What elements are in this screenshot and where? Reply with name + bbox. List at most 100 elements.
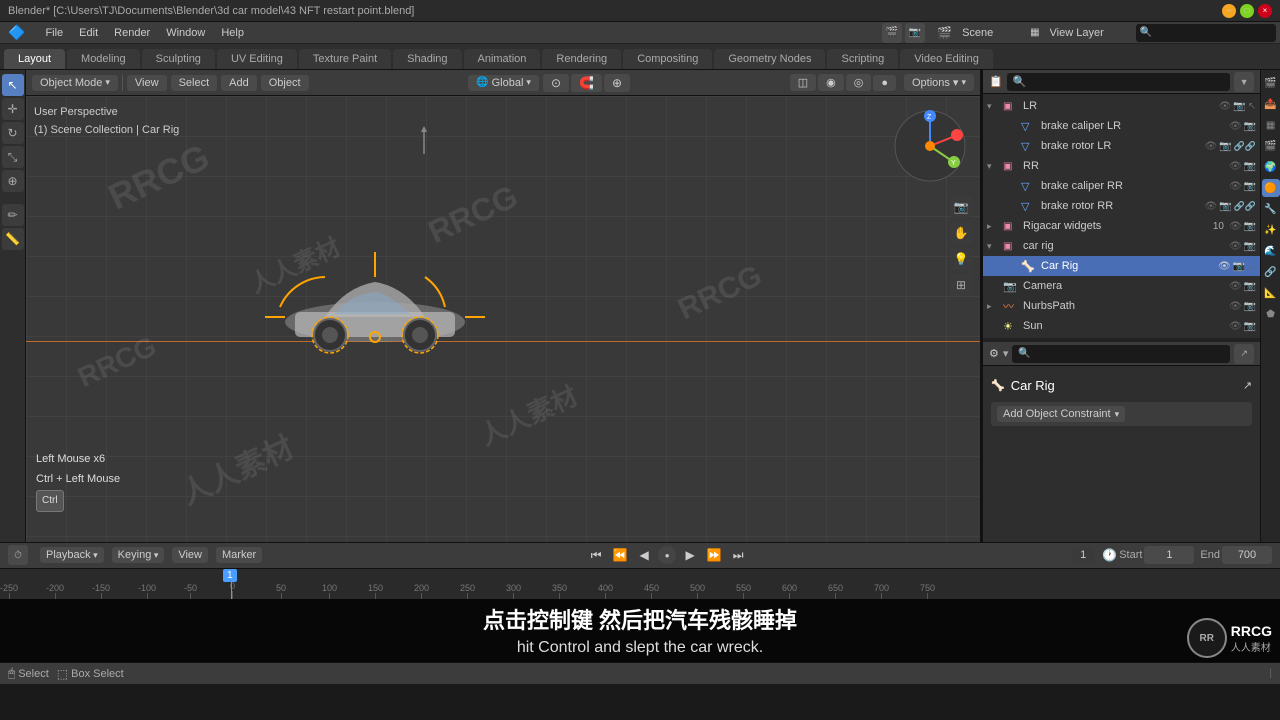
- cursor-gizmo[interactable]: ✋: [950, 222, 972, 244]
- outliner-item-brake-caliper-rr[interactable]: ▽ brake caliper RR 👁 📷: [983, 176, 1260, 196]
- vis-camera[interactable]: 👁: [1229, 281, 1242, 292]
- navigation-widget[interactable]: Z Y: [890, 106, 970, 186]
- jump-start-btn[interactable]: ⏮: [586, 545, 606, 565]
- outliner-search[interactable]: [1007, 73, 1230, 91]
- scrubber[interactable]: -250 -200 -150 -100 -50 0: [0, 569, 1280, 599]
- move-tool[interactable]: ✛: [2, 98, 24, 120]
- outliner-item-car-rig[interactable]: 🦴 Car Rig 👁 📷 ↔: [983, 256, 1260, 276]
- render-rr[interactable]: 📷: [1244, 161, 1256, 172]
- props-tab-physics[interactable]: 🌊: [1262, 242, 1280, 260]
- vis-bcrr[interactable]: 👁: [1229, 181, 1242, 192]
- end-val[interactable]: 700: [1222, 546, 1272, 564]
- outliner-item-lr[interactable]: ▾ ▣ LR 👁 📷 ↖: [983, 96, 1260, 116]
- render-cr[interactable]: 📷: [1244, 241, 1256, 252]
- tab-sculpting[interactable]: Sculpting: [142, 49, 215, 69]
- vis-rr[interactable]: 👁: [1229, 161, 1242, 172]
- outliner-item-car-rig-collection[interactable]: ▾ ▣ car rig 👁 📷: [983, 236, 1260, 256]
- play-indicator[interactable]: ●: [658, 546, 676, 564]
- transform-orientation[interactable]: 🌐 Global: [468, 75, 539, 91]
- vis-rigacar[interactable]: 👁: [1229, 221, 1242, 232]
- tab-animation[interactable]: Animation: [464, 49, 541, 69]
- view-layer-input[interactable]: [1044, 25, 1124, 41]
- timeline-icon[interactable]: ⏱: [8, 545, 28, 565]
- prev-frame-btn[interactable]: ◀: [634, 545, 654, 565]
- vis-cr[interactable]: 👁: [1229, 241, 1242, 252]
- render-car-rig[interactable]: 📷: [1233, 261, 1245, 272]
- view-menu[interactable]: View: [127, 75, 167, 91]
- object-mode-dropdown[interactable]: Object Mode: [32, 75, 118, 91]
- play-btn[interactable]: ▶: [680, 545, 700, 565]
- outliner-item-camera[interactable]: 📷 Camera 👁 📷: [983, 276, 1260, 296]
- playhead[interactable]: 1: [231, 569, 232, 599]
- outliner-item-nurbspath[interactable]: ▸ 〰 NurbsPath 👁 📷: [983, 296, 1260, 316]
- outliner-filter[interactable]: ▼: [1234, 72, 1254, 92]
- outliner-item-brake-rotor-lr[interactable]: ▽ brake rotor LR 👁 📷 🔗🔗: [983, 136, 1260, 156]
- menu-file[interactable]: File: [37, 25, 71, 41]
- add-menu[interactable]: Add: [221, 75, 257, 91]
- viewport-shading-render[interactable]: ●: [873, 75, 896, 91]
- render-sun[interactable]: 📷: [1244, 321, 1256, 332]
- props-settings[interactable]: ↗: [1234, 344, 1254, 364]
- render-brl[interactable]: 📷: [1219, 141, 1231, 152]
- menu-render[interactable]: Render: [106, 25, 158, 41]
- select-icon-lr[interactable]: ↖: [1248, 101, 1256, 112]
- next-frame-btn[interactable]: ⏩: [704, 545, 724, 565]
- outliner-item-brake-caliper-lr[interactable]: ▽ brake caliper LR 👁 📷: [983, 116, 1260, 136]
- lamp-gizmo[interactable]: 💡: [950, 248, 972, 270]
- render-icon-lr[interactable]: 📷: [1233, 101, 1245, 112]
- constraint-dropdown[interactable]: Add Object Constraint: [997, 406, 1125, 422]
- render-btn2[interactable]: 📷: [905, 23, 925, 43]
- vis-bcl[interactable]: 👁: [1229, 121, 1242, 132]
- props-tab-view-layer[interactable]: ▦: [1262, 116, 1280, 134]
- visibility-icon-lr[interactable]: 👁: [1219, 101, 1232, 112]
- marker-menu-tl[interactable]: Marker: [216, 547, 262, 563]
- props-tab-modifier[interactable]: 🔧: [1262, 200, 1280, 218]
- tab-layout[interactable]: Layout: [4, 49, 65, 69]
- tab-texture-paint[interactable]: Texture Paint: [299, 49, 391, 69]
- render-rigacar[interactable]: 📷: [1244, 221, 1256, 232]
- outliner-item-sun[interactable]: ☀ Sun 👁 📷: [983, 316, 1260, 336]
- tab-geometry-nodes[interactable]: Geometry Nodes: [714, 49, 825, 69]
- props-tab-scene[interactable]: 🎬: [1262, 137, 1280, 155]
- tab-video-editing[interactable]: Video Editing: [900, 49, 993, 69]
- render-bcl[interactable]: 📷: [1244, 121, 1256, 132]
- outliner-item-brake-rotor-rr[interactable]: ▽ brake rotor RR 👁 📷 🔗🔗: [983, 196, 1260, 216]
- maximize-button[interactable]: □: [1240, 4, 1254, 18]
- start-val[interactable]: 1: [1144, 546, 1194, 564]
- close-button[interactable]: ×: [1258, 4, 1272, 18]
- vis-nurbs[interactable]: 👁: [1229, 301, 1242, 312]
- props-tab-particles[interactable]: ✨: [1262, 221, 1280, 239]
- tab-uv-editing[interactable]: UV Editing: [217, 49, 297, 69]
- minimize-button[interactable]: −: [1222, 4, 1236, 18]
- blender-logo[interactable]: 🔷: [4, 22, 29, 43]
- select-menu[interactable]: Select: [171, 75, 218, 91]
- viewport-shading-wire[interactable]: ◫: [790, 74, 816, 91]
- proportional-btn[interactable]: ⊕: [604, 74, 630, 92]
- prev-keyframe-btn[interactable]: ⏪: [610, 545, 630, 565]
- tab-scripting[interactable]: Scripting: [827, 49, 898, 69]
- extra-car-rig[interactable]: ↔: [1247, 261, 1256, 272]
- select-tool[interactable]: ↖: [2, 74, 24, 96]
- keying-dropdown[interactable]: Keying: [112, 547, 165, 563]
- outliner-item-rigacar[interactable]: ▸ ▣ Rigacar widgets 10 👁 📷: [983, 216, 1260, 236]
- jump-end-btn[interactable]: ⏭: [728, 545, 748, 565]
- options-dropdown[interactable]: Options ▾: [904, 74, 974, 91]
- grid-gizmo[interactable]: ⊞: [950, 274, 972, 296]
- annotate-tool[interactable]: ✏: [2, 204, 24, 226]
- props-tab-material[interactable]: ⬟: [1262, 305, 1280, 323]
- render-btn[interactable]: 🎬: [882, 23, 902, 43]
- scene-input[interactable]: [956, 25, 1026, 41]
- scale-tool[interactable]: ⤡: [2, 146, 24, 168]
- extra-brrr[interactable]: 🔗🔗: [1234, 201, 1256, 212]
- vis-sun[interactable]: 👁: [1229, 321, 1242, 332]
- transform-tool[interactable]: ⊕: [2, 170, 24, 192]
- measure-tool[interactable]: 📏: [2, 228, 24, 250]
- props-tab-data[interactable]: 📐: [1262, 284, 1280, 302]
- menu-window[interactable]: Window: [158, 25, 213, 41]
- tab-rendering[interactable]: Rendering: [542, 49, 621, 69]
- camera-gizmo[interactable]: 📷: [950, 196, 972, 218]
- props-tab-object[interactable]: 🟠: [1262, 179, 1280, 197]
- props-tab-constraints[interactable]: 🔗: [1262, 263, 1280, 281]
- tab-compositing[interactable]: Compositing: [623, 49, 712, 69]
- vis-car-rig[interactable]: 👁: [1218, 261, 1231, 272]
